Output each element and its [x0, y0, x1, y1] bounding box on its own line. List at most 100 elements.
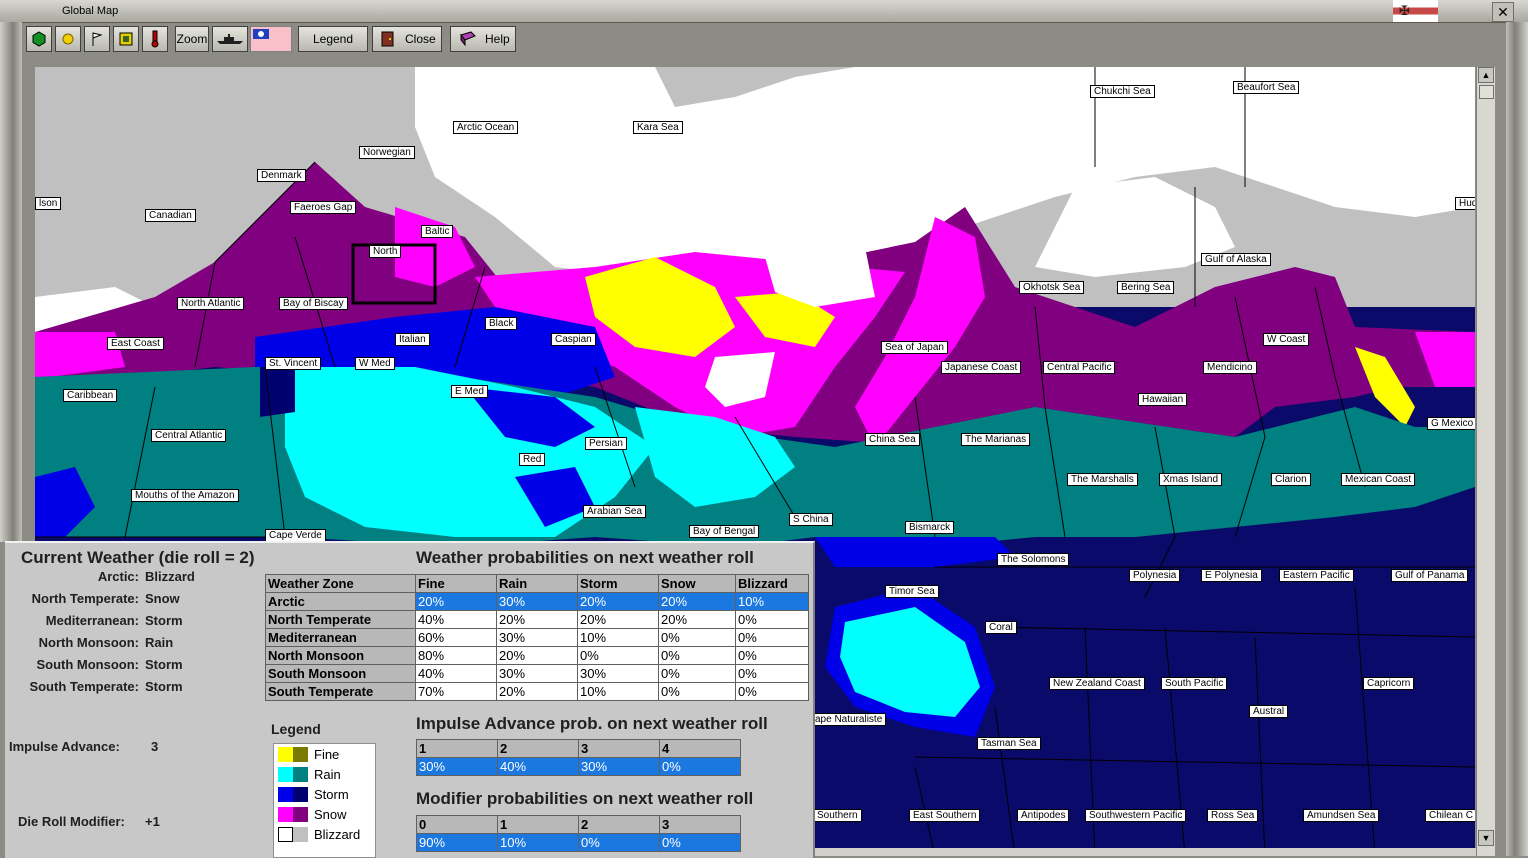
- zoom-button[interactable]: Zoom: [175, 26, 209, 52]
- thermometer-button[interactable]: [142, 26, 168, 52]
- sea-zone-label[interactable]: The Marianas: [961, 433, 1031, 446]
- column-header[interactable]: Blizzard: [735, 574, 809, 593]
- sea-zone-label[interactable]: Coral: [985, 621, 1017, 634]
- table-row[interactable]: South Temperate 70% 20% 10% 0% 0%: [265, 682, 809, 701]
- sea-zone-label[interactable]: Austral: [1249, 705, 1289, 718]
- unit-button[interactable]: [113, 26, 139, 52]
- sea-zone-label[interactable]: Persian: [585, 437, 627, 450]
- sea-zone-label[interactable]: Clarion: [1271, 473, 1311, 486]
- sea-zone-label[interactable]: Bering Sea: [1117, 281, 1175, 294]
- sea-zone-label[interactable]: Timor Sea: [885, 585, 939, 598]
- column-header[interactable]: Fine: [415, 574, 497, 593]
- sea-zone-label[interactable]: Gulf of Panama: [1391, 569, 1469, 582]
- window-close-icon[interactable]: ✕: [1492, 2, 1514, 22]
- table-row[interactable]: North Temperate 40% 20% 20% 20% 0%: [265, 610, 809, 629]
- table-row[interactable]: Mediterranean 60% 30% 10% 0% 0%: [265, 628, 809, 647]
- sea-zone-label[interactable]: Caspian: [551, 333, 596, 346]
- sea-zone-label[interactable]: Chukchi Sea: [1090, 85, 1155, 98]
- sea-zone-label[interactable]: Central Pacific: [1043, 361, 1116, 374]
- sea-zone-label[interactable]: Tasman Sea: [977, 737, 1041, 750]
- column-header[interactable]: Rain: [496, 574, 578, 593]
- china-flag-icon[interactable]: [250, 26, 292, 52]
- sea-zone-label[interactable]: Kara Sea: [633, 121, 683, 134]
- sea-zone-label[interactable]: Norwegian: [359, 146, 415, 159]
- sea-zone-label[interactable]: Denmark: [257, 169, 306, 182]
- sea-zone-label[interactable]: ape Naturaliste: [811, 713, 887, 726]
- sea-zone-label[interactable]: Polynesia: [1129, 569, 1181, 582]
- sea-zone-label[interactable]: Canadian: [145, 209, 196, 222]
- sea-zone-label[interactable]: St. Vincent: [265, 357, 322, 370]
- table-row[interactable]: 30% 40% 30% 0%: [416, 757, 741, 776]
- sea-zone-label[interactable]: South Pacific: [1161, 677, 1228, 690]
- sea-zone-label[interactable]: Black: [485, 317, 518, 330]
- sea-zone-label[interactable]: New Zealand Coast: [1049, 677, 1145, 690]
- sea-zone-label[interactable]: Arctic Ocean: [453, 121, 519, 134]
- sea-zone-label[interactable]: North Atlantic: [177, 297, 245, 310]
- sea-zone-label[interactable]: Italian: [395, 333, 430, 346]
- table-row[interactable]: 90% 10% 0% 0%: [416, 833, 741, 852]
- weather-button[interactable]: [55, 26, 81, 52]
- sea-zone-label[interactable]: Caribbean: [63, 389, 118, 402]
- close-button[interactable]: Close: [372, 26, 442, 52]
- sea-zone-label[interactable]: The Marshalls: [1067, 473, 1138, 486]
- sea-zone-label[interactable]: Beaufort Sea: [1233, 81, 1300, 94]
- column-header[interactable]: Storm: [577, 574, 659, 593]
- sea-zone-label[interactable]: W Med: [355, 357, 395, 370]
- sea-zone-label[interactable]: The Solomons: [997, 553, 1070, 566]
- map-vertical-scrollbar[interactable]: ▲ ▼: [1476, 67, 1495, 856]
- sea-zone-label[interactable]: Arabian Sea: [583, 505, 647, 518]
- scroll-up-icon[interactable]: ▲: [1478, 67, 1494, 83]
- sea-zone-label[interactable]: Sea of Japan: [881, 341, 948, 354]
- sea-zone-label[interactable]: Mouths of the Amazon: [131, 489, 239, 502]
- sea-zone-label[interactable]: Xmas Island: [1159, 473, 1223, 486]
- sea-zone-label[interactable]: Red: [519, 453, 546, 466]
- sea-zone-label[interactable]: Okhotsk Sea: [1019, 281, 1085, 294]
- probability-cell: 30%: [496, 628, 578, 647]
- sea-zone-label[interactable]: Faeroes Gap: [290, 201, 357, 214]
- probability-cell: 0%: [578, 833, 660, 852]
- sea-zone-label[interactable]: W Coast: [1263, 333, 1310, 346]
- sea-zone-label[interactable]: East Southern: [909, 809, 981, 822]
- table-row[interactable]: Arctic 20% 30% 20% 20% 10%: [265, 592, 809, 611]
- scroll-down-icon[interactable]: ▼: [1478, 830, 1494, 846]
- sea-zone-label[interactable]: Eastern Pacific: [1279, 569, 1354, 582]
- sea-zone-label[interactable]: Ross Sea: [1207, 809, 1259, 822]
- sea-zone-label[interactable]: Bismarck: [905, 521, 955, 534]
- sea-zone-label[interactable]: E Med: [451, 385, 488, 398]
- scroll-thumb[interactable]: [1479, 85, 1494, 99]
- map-horizontal-scrollbar[interactable]: [813, 848, 1476, 856]
- sea-zone-label[interactable]: Central Atlantic: [151, 429, 227, 442]
- help-button[interactable]: Help: [450, 26, 516, 52]
- sea-zone-label[interactable]: G Mexico: [1427, 417, 1475, 430]
- sea-zone-label[interactable]: Southern: [813, 809, 862, 822]
- sea-zone-label[interactable]: Japanese Coast: [941, 361, 1022, 374]
- sea-zone-label[interactable]: Amundsen Sea: [1303, 809, 1380, 822]
- sea-zone-label[interactable]: Hud: [1455, 197, 1475, 210]
- table-row[interactable]: North Monsoon 80% 20% 0% 0% 0%: [265, 646, 809, 665]
- window-title: Global Map: [62, 5, 119, 17]
- sea-zone-label[interactable]: China Sea: [865, 433, 920, 446]
- sea-zone-label[interactable]: East Coast: [107, 337, 164, 350]
- sea-zone-label[interactable]: Chilean C: [1425, 809, 1475, 822]
- sea-zone-label[interactable]: Baltic: [421, 225, 454, 238]
- sea-zone-label[interactable]: S China: [789, 513, 833, 526]
- column-header[interactable]: Weather Zone: [265, 574, 416, 593]
- sea-zone-label[interactable]: Mendicino: [1203, 361, 1257, 374]
- sea-zone-label[interactable]: Capricorn: [1363, 677, 1415, 690]
- sea-zone-label[interactable]: Bay of Biscay: [279, 297, 348, 310]
- sea-zone-label[interactable]: Mexican Coast: [1341, 473, 1416, 486]
- sea-zone-label[interactable]: Bay of Bengal: [689, 525, 760, 538]
- column-header[interactable]: Snow: [658, 574, 736, 593]
- flag-button[interactable]: [84, 26, 110, 52]
- sea-zone-label[interactable]: lson: [35, 197, 62, 210]
- sea-zone-label[interactable]: Southwestern Pacific: [1085, 809, 1187, 822]
- sea-zone-label[interactable]: Antipodes: [1017, 809, 1070, 822]
- sea-zone-label[interactable]: E Polynesia: [1201, 569, 1262, 582]
- sea-zone-label[interactable]: Gulf of Alaska: [1201, 253, 1271, 266]
- hex-button[interactable]: [26, 26, 52, 52]
- legend-button[interactable]: Legend: [298, 26, 368, 52]
- table-row[interactable]: South Monsoon 40% 30% 30% 0% 0%: [265, 664, 809, 683]
- ship-button[interactable]: [212, 26, 248, 52]
- sea-zone-label[interactable]: North: [369, 245, 402, 258]
- sea-zone-label[interactable]: Hawaiian: [1138, 393, 1188, 406]
